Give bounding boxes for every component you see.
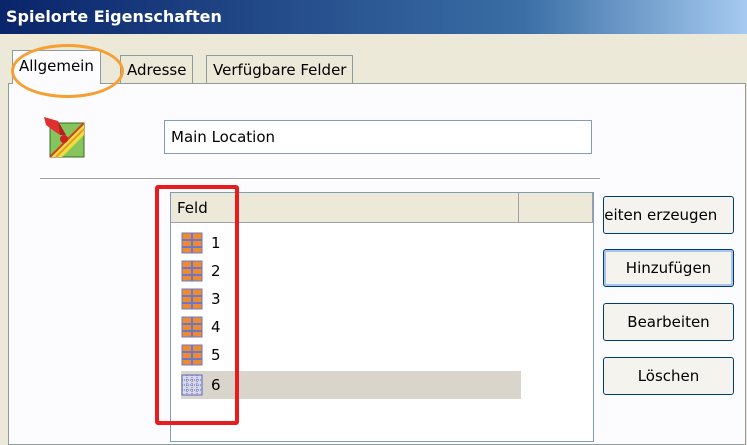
tab-adresse[interactable]: Adresse (120, 55, 194, 83)
delete-button[interactable]: Löschen (603, 357, 734, 395)
field-grid-icon (181, 232, 203, 263)
edit-button[interactable]: Bearbeiten (603, 303, 734, 341)
fields-listview[interactable]: Feld 1 2 3 4 5 6 (170, 192, 594, 442)
field-grid-icon (181, 316, 203, 347)
field-label: 3 (211, 290, 221, 308)
field-label: 5 (211, 346, 221, 364)
tab-verfuegbare-felder[interactable]: Verfügbare Felder (206, 55, 354, 83)
field-label: 2 (211, 262, 221, 280)
separator-highlight (40, 179, 600, 180)
tab-allgemein[interactable]: Allgemein (12, 50, 101, 84)
field-grid-dotted-icon (181, 374, 203, 405)
field-label: 6 (211, 376, 221, 394)
field-label: 4 (211, 318, 221, 336)
add-button[interactable]: Hinzufügen (603, 249, 734, 287)
generate-times-button[interactable]: Zeiten erzeugen (603, 196, 734, 234)
list-item-field-6[interactable]: 6 (181, 371, 521, 399)
field-label: 1 (211, 234, 221, 252)
window-title: Spielorte Eigenschaften (6, 7, 222, 26)
location-name-input[interactable] (164, 120, 592, 154)
column-header-feld[interactable]: Feld (171, 193, 519, 223)
field-grid-icon (181, 260, 203, 291)
field-grid-icon (181, 288, 203, 319)
location-map-icon (40, 113, 86, 163)
title-bar: Spielorte Eigenschaften (0, 0, 747, 34)
column-header-empty[interactable] (519, 193, 593, 223)
